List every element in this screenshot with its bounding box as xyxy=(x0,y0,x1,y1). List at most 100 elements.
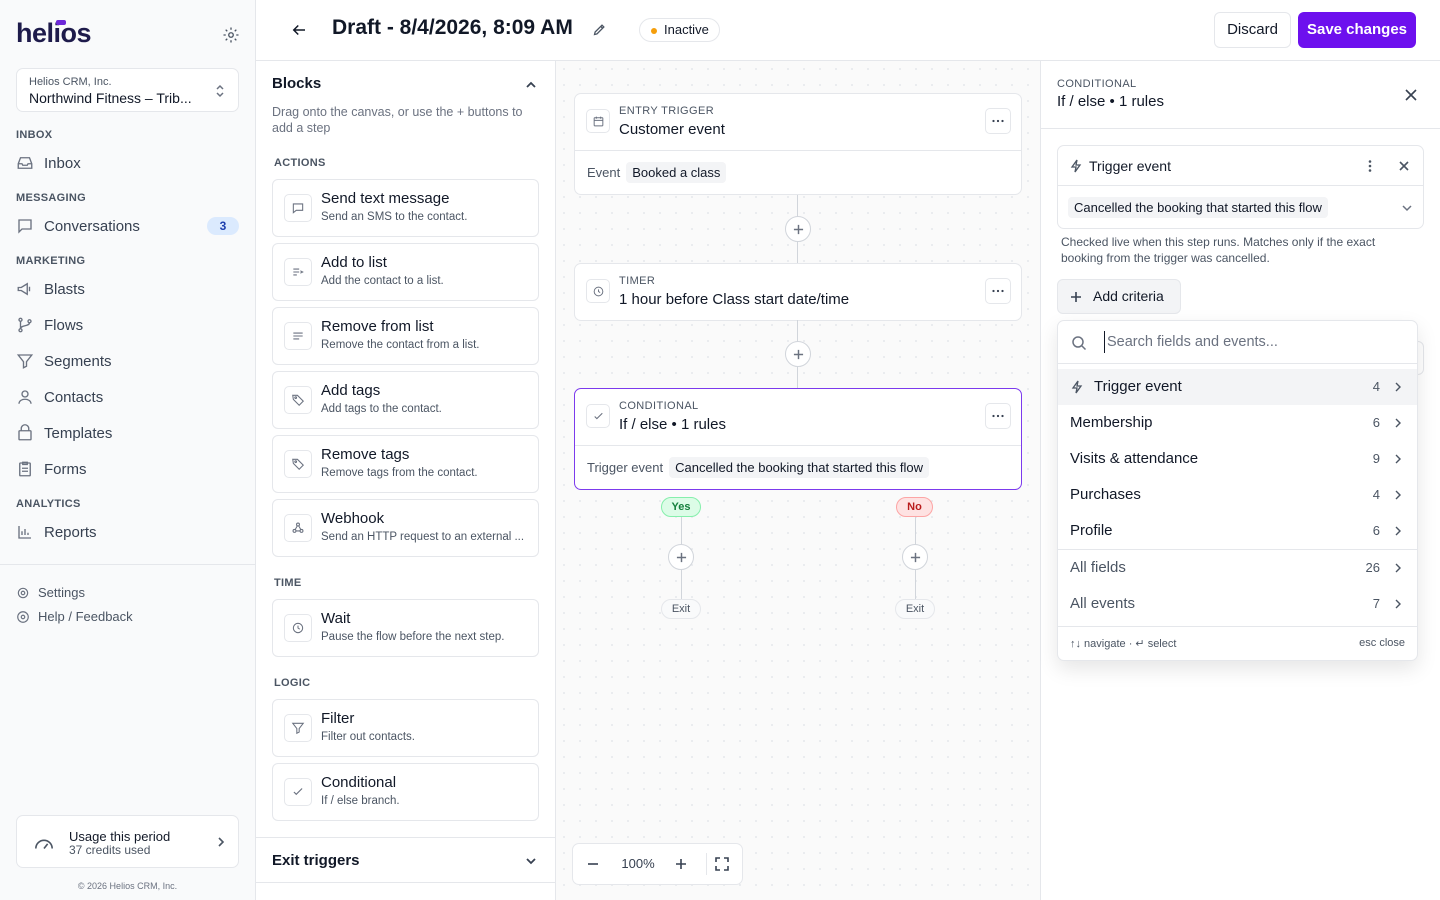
check-icon xyxy=(284,778,312,806)
block-wait[interactable]: Wait Pause the flow before the next step… xyxy=(272,599,539,657)
dropdown-item-label: Visits & attendance xyxy=(1070,450,1199,467)
tag-icon xyxy=(284,450,312,478)
block-title: Remove from list xyxy=(321,318,434,335)
remove-criteria-icon[interactable] xyxy=(1397,159,1411,173)
sidebar-item-segments[interactable]: Segments xyxy=(16,348,239,374)
block-title: Add tags xyxy=(321,382,381,399)
more-icon[interactable] xyxy=(985,108,1011,134)
kebab-menu-icon[interactable] xyxy=(1363,159,1377,173)
back-arrow-icon[interactable] xyxy=(290,21,308,39)
block-add-to-list[interactable]: Add to list Add the contact to a list. xyxy=(272,243,539,301)
clipboard-icon xyxy=(16,460,34,478)
blocks-title: Blocks xyxy=(272,75,322,92)
dropdown-item-label: Profile xyxy=(1070,522,1113,539)
dropdown-item-label: Purchases xyxy=(1070,486,1141,503)
discard-button[interactable]: Discard xyxy=(1214,12,1291,48)
flow-canvas[interactable]: ENTRY TRIGGER Customer event Event Booke… xyxy=(556,61,1040,900)
unread-badge: 3 xyxy=(207,217,239,235)
dropdown-item-profile[interactable]: Profile 6 xyxy=(1058,513,1417,549)
entry-trigger-node[interactable]: ENTRY TRIGGER Customer event Event Booke… xyxy=(574,93,1022,195)
node-title: Customer event xyxy=(619,121,725,138)
block-filter[interactable]: Filter Filter out contacts. xyxy=(272,699,539,757)
blocks-panel: Blocks Drag onto the canvas, or use the … xyxy=(256,61,556,900)
account-switcher[interactable]: Helios CRM, Inc. Northwind Fitness – Tri… xyxy=(16,68,239,112)
add-step-button[interactable] xyxy=(785,341,811,367)
timer-node[interactable]: TIMER 1 hour before Class start date/tim… xyxy=(574,263,1022,321)
sidebar-item-conversations[interactable]: Conversations 3 xyxy=(16,213,239,239)
dropdown-item-all-events[interactable]: All events 7 xyxy=(1058,586,1417,622)
chevron-right-icon xyxy=(1394,454,1402,464)
criteria-help-text: Checked live when this step runs. Matche… xyxy=(1061,235,1376,265)
dropdown-item-label: All fields xyxy=(1070,559,1126,576)
check-icon xyxy=(586,404,610,428)
pencil-icon[interactable] xyxy=(592,22,607,37)
add-step-no-button[interactable] xyxy=(902,544,928,570)
sidebar-item-settings[interactable]: Settings xyxy=(16,585,85,600)
person-icon xyxy=(16,388,34,406)
block-add-tags[interactable]: Add tags Add tags to the contact. xyxy=(272,371,539,429)
add-criteria-button[interactable]: Add criteria xyxy=(1057,279,1181,314)
sidebar-item-contacts[interactable]: Contacts xyxy=(16,384,239,410)
block-conditional[interactable]: Conditional If / else branch. xyxy=(272,763,539,821)
search-input[interactable] xyxy=(1104,331,1404,353)
exit-triggers-section[interactable]: Exit triggers xyxy=(256,837,555,883)
sidebar-item-label: Flows xyxy=(44,316,84,334)
clock-icon xyxy=(284,614,312,642)
logo: helios xyxy=(16,18,92,48)
node-label: CONDITIONAL xyxy=(619,400,699,412)
search-icon xyxy=(1071,335,1087,351)
dropdown-item-membership[interactable]: Membership 6 xyxy=(1058,405,1417,441)
block-remove-from-list[interactable]: Remove from list Remove the contact from… xyxy=(272,307,539,365)
usage-card[interactable]: Usage this period 37 credits used xyxy=(16,815,239,868)
chevron-up-down-icon xyxy=(214,83,226,99)
sidebar-item-forms[interactable]: Forms xyxy=(16,456,239,482)
settings-label: Settings xyxy=(38,585,85,600)
chevron-down-icon[interactable] xyxy=(1401,202,1413,214)
sidebar: helios Helios CRM, Inc. Northwind Fitnes… xyxy=(0,0,256,900)
dropdown-item-count: 4 xyxy=(1372,487,1380,502)
usage-title: Usage this period xyxy=(69,829,171,844)
zoom-in-icon[interactable] xyxy=(673,856,689,872)
dropdown-item-all-fields[interactable]: All fields 26 xyxy=(1058,550,1417,586)
conditional-node[interactable]: CONDITIONAL If / else • 1 rules Trigger … xyxy=(574,388,1022,490)
block-remove-tags[interactable]: Remove tags Remove tags from the contact… xyxy=(272,435,539,493)
section-inbox: INBOX xyxy=(16,129,53,141)
save-changes-button[interactable]: Save changes xyxy=(1298,12,1416,48)
sidebar-item-templates[interactable]: Templates xyxy=(16,420,239,446)
blocks-description: Drag onto the canvas, or use the + butto… xyxy=(272,105,523,135)
sidebar-item-help[interactable]: Help / Feedback xyxy=(16,609,133,624)
sidebar-item-reports[interactable]: Reports xyxy=(16,519,239,545)
more-icon[interactable] xyxy=(985,278,1011,304)
chevron-right-icon xyxy=(1394,563,1402,573)
zoom-divider xyxy=(706,853,707,875)
inbox-icon xyxy=(16,154,34,172)
criteria-card: Trigger event Cancelled the booking that… xyxy=(1057,145,1424,229)
lightning-icon xyxy=(1070,380,1084,394)
chevron-up-icon[interactable] xyxy=(524,78,538,92)
fit-screen-icon[interactable] xyxy=(714,856,730,872)
sidebar-item-inbox[interactable]: Inbox xyxy=(16,150,239,176)
zoom-controls: 100% xyxy=(572,843,743,885)
sidebar-item-blasts[interactable]: Blasts xyxy=(16,276,239,302)
node-value-chip: Booked a class xyxy=(626,162,727,183)
zoom-level: 100% xyxy=(621,856,655,871)
sidebar-item-flows[interactable]: Flows xyxy=(16,312,239,338)
sidebar-item-label: Conversations xyxy=(44,217,140,235)
block-title: Filter xyxy=(321,710,355,727)
dropdown-item-purchases[interactable]: Purchases 4 xyxy=(1058,477,1417,513)
block-webhook[interactable]: Webhook Send an HTTP request to an exter… xyxy=(272,499,539,557)
zoom-out-icon[interactable] xyxy=(585,856,601,872)
criteria-value-select[interactable]: Cancelled the booking that started this … xyxy=(1068,197,1328,218)
gear-icon[interactable] xyxy=(222,26,240,44)
block-title: Conditional xyxy=(321,774,397,791)
block-desc: Send an SMS to the contact. xyxy=(321,211,468,223)
block-send-text-message[interactable]: Send text message Send an SMS to the con… xyxy=(272,179,539,237)
list-remove-icon xyxy=(284,322,312,350)
add-step-button[interactable] xyxy=(785,216,811,242)
add-step-yes-button[interactable] xyxy=(668,544,694,570)
more-icon[interactable] xyxy=(985,403,1011,429)
close-icon[interactable] xyxy=(1404,88,1418,102)
usage-credits: 37 credits used xyxy=(69,843,151,857)
dropdown-item-visits-attendance[interactable]: Visits & attendance 9 xyxy=(1058,441,1417,477)
dropdown-item-trigger-event[interactable]: Trigger event 4 xyxy=(1058,369,1417,405)
